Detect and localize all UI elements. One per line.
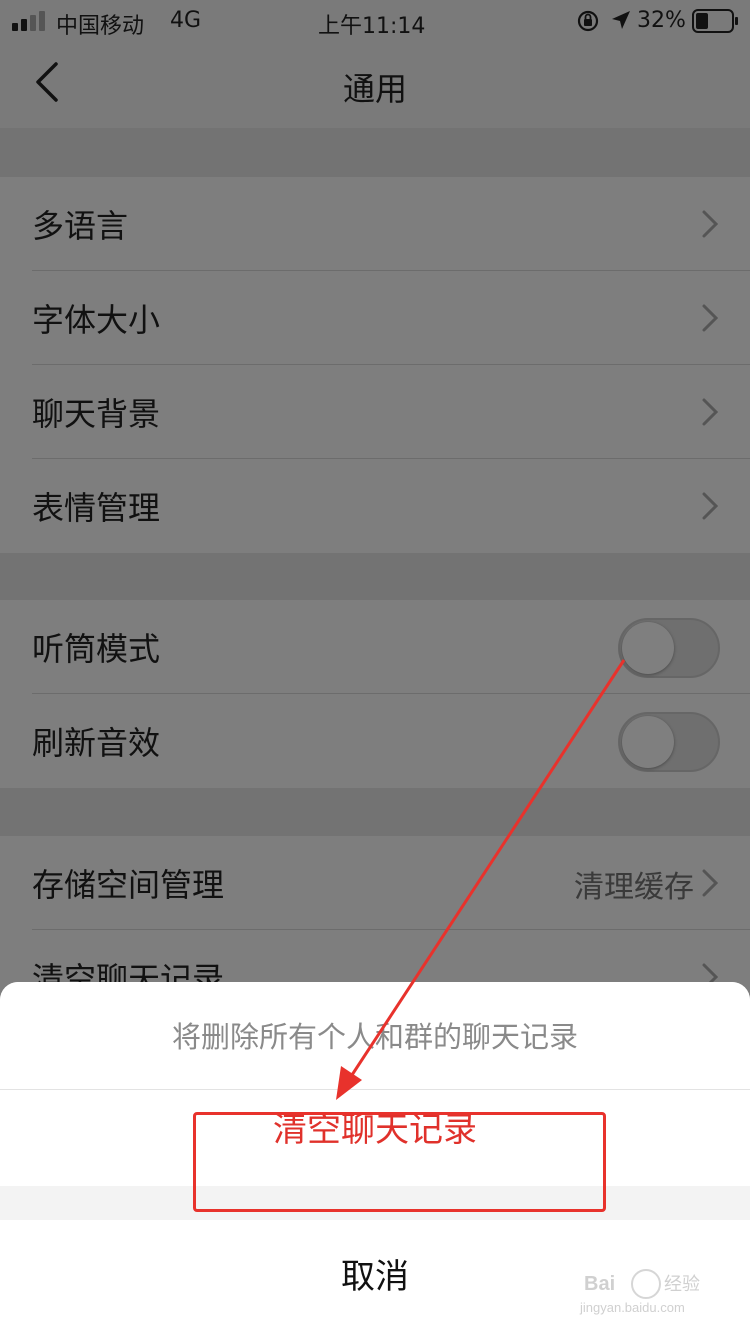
annotation-arrow-icon xyxy=(336,659,626,1100)
svg-text:Bai: Bai xyxy=(584,1273,615,1295)
watermark-url: jingyan.baidu.com xyxy=(579,1300,685,1315)
baidu-jingyan-watermark: Bai 经验 jingyan.baidu.com xyxy=(579,1269,700,1315)
watermark-brand: 经验 xyxy=(664,1274,700,1295)
